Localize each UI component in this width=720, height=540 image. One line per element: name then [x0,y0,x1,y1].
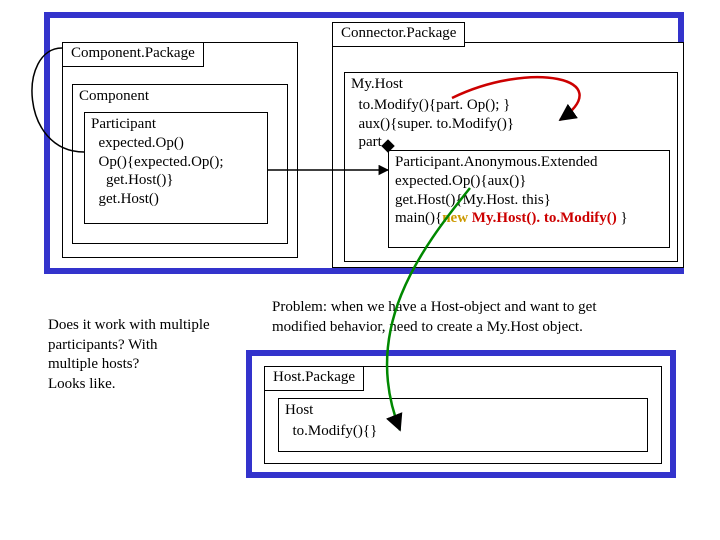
pae-main-call: My.Host(). to.Modify() [468,210,617,226]
participant-class-title: Participant [91,115,261,134]
pae-title: Participant.Anonymous.Extended [395,153,663,172]
question-line2: participants? With [48,336,258,356]
component-package-title-text: Component.Package [71,45,195,61]
question-line3: multiple hosts? [48,355,258,375]
problem-line2: modified behavior, need to create a My.H… [272,318,672,338]
component-package-title: Component.Package [62,42,204,67]
problem-note: Problem: when we have a Host-object and … [272,298,672,337]
pae-class: Participant.Anonymous.Extended expected.… [388,150,670,248]
question-line4: Looks like. [48,375,258,395]
host-class-title: Host [279,399,647,422]
host-package-title: Host.Package [264,366,364,391]
component-class-title: Component [73,85,287,108]
participant-line3: get.Host()} [91,171,261,190]
connector-package-title-text: Connector.Package [341,25,456,41]
participant-line4: get.Host() [91,190,261,209]
myhost-line1: to.Modify(){part. Op(); } [345,96,677,115]
host-class: Host to.Modify(){} [278,398,648,452]
problem-line1: Problem: when we have a Host-object and … [272,298,672,318]
participant-line1: expected.Op() [91,134,261,153]
connector-package-title: Connector.Package [332,22,465,47]
participant-line2: Op(){expected.Op(); [91,153,261,172]
host-line1: to.Modify(){} [279,422,647,441]
pae-line1: expected.Op(){aux()} [395,172,663,191]
question-line1: Does it work with multiple [48,316,258,336]
myhost-class-title: My.Host [345,73,677,96]
pae-main-suffix: } [617,210,628,226]
participant-class: Participant expected.Op() Op(){expected.… [84,112,268,224]
pae-main-prefix: main(){ [395,210,442,226]
pae-main-new: new [442,210,468,226]
pae-line2: get.Host(){My.Host. this} [395,191,663,210]
question-note: Does it work with multiple participants?… [48,316,258,394]
host-package-title-text: Host.Package [273,369,355,385]
pae-main: main(){new My.Host(). to.Modify() } [395,209,663,228]
myhost-line2: aux(){super. to.Modify()} [345,115,677,134]
